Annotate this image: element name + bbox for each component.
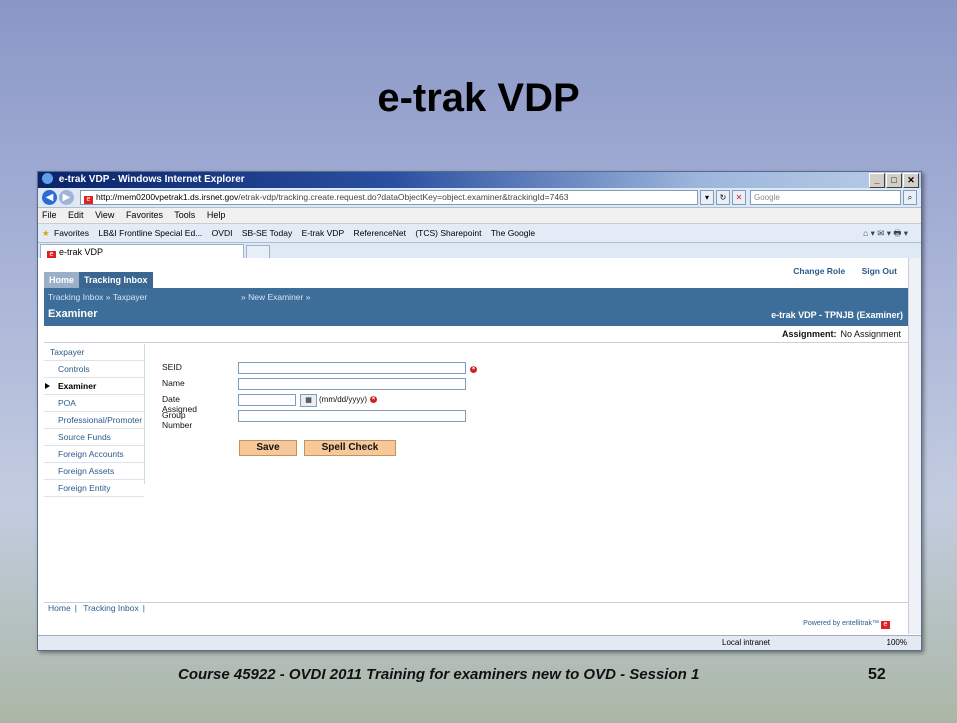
dropdown-icon[interactable]: ▾ [700, 190, 714, 205]
app-tabs: Home Tracking Inbox [44, 272, 153, 288]
sidebar-item-controls[interactable]: Controls [44, 361, 144, 378]
address-path: /etrak-vdp/tracking.create.request.do?da… [238, 192, 569, 202]
menu-view[interactable]: View [95, 210, 114, 220]
fav-sharepoint[interactable]: (TCS) Sharepoint [415, 228, 481, 238]
group-number-label: Group Number [162, 410, 193, 430]
sidebar-item-foreign-accounts[interactable]: Foreign Accounts [44, 446, 144, 463]
required-icon: × [470, 366, 477, 373]
assignment-value: No Assignment [840, 329, 901, 339]
sidebar-item-poa[interactable]: POA [44, 395, 144, 412]
tab-tracking-inbox[interactable]: Tracking Inbox [79, 272, 153, 288]
toolbar-icons[interactable]: ⌂ ▾ ✉ ▾ 🖶 ▾ [863, 224, 908, 242]
tab-home[interactable]: Home [44, 272, 80, 288]
site-favicon-icon: e [84, 196, 93, 204]
status-bar: Local intranet 100% [38, 635, 921, 650]
date-format-hint: (mm/dd/yyyy) [319, 395, 367, 404]
sidebar-item-examiner[interactable]: Examiner [44, 378, 144, 395]
breadcrumb[interactable]: Tracking Inbox » Taxpayer [48, 292, 147, 302]
menu-tools[interactable]: Tools [174, 210, 195, 220]
fav-sbse[interactable]: SB-SE Today [242, 228, 292, 238]
page-number: 52 [868, 666, 886, 683]
sidebar: Taxpayer Controls Examiner POA Professio… [44, 344, 145, 497]
app-footer: Home | Tracking Inbox | [44, 602, 909, 613]
sidebar-item-taxpayer[interactable]: Taxpayer [44, 344, 144, 361]
zoom-level[interactable]: 100% [887, 636, 907, 650]
favorites-bar: ★ Favorites LB&I Frontline Special Ed...… [38, 224, 921, 243]
powered-by-text: Powered by entellitrak™ [803, 620, 880, 627]
entellitrak-logo-icon: e [881, 621, 890, 629]
browser-tab[interactable]: e e-trak VDP [40, 244, 244, 259]
save-button[interactable]: Save [239, 440, 297, 456]
divider [44, 342, 909, 343]
fav-lbi[interactable]: LB&I Frontline Special Ed... [98, 228, 202, 238]
sign-out-link[interactable]: Sign Out [862, 266, 897, 276]
sidebar-item-foreign-assets[interactable]: Foreign Assets [44, 463, 144, 480]
seid-input[interactable] [238, 362, 466, 374]
address-input[interactable]: e http://mem0200vpetrak1.ds.irsnet.gov/et… [80, 190, 698, 205]
menu-bar: File Edit View Favorites Tools Help [38, 208, 921, 224]
name-label: Name [162, 378, 185, 388]
name-input[interactable] [238, 378, 466, 390]
calendar-icon[interactable]: ▦ [300, 394, 317, 407]
assignment-label: Assignment: [781, 329, 837, 339]
fav-favorites[interactable]: Favorites [54, 228, 89, 238]
sidebar-item-professional-promoter[interactable]: Professional/Promoter [44, 412, 144, 429]
address-host: http://mem0200vpetrak1.ds.irsnet.gov [96, 192, 239, 202]
fav-etrak[interactable]: E-trak VDP [302, 228, 345, 238]
slide-footer: Course 45922 - OVDI 2011 Training for ex… [178, 666, 700, 683]
fav-google[interactable]: The Google [491, 228, 535, 238]
vertical-scrollbar[interactable] [908, 258, 921, 634]
fav-ovdi[interactable]: OVDI [212, 228, 233, 238]
maximize-button[interactable]: □ [886, 173, 902, 188]
minimize-button[interactable]: _ [869, 173, 885, 188]
top-links: Change Role Sign Out [779, 266, 897, 276]
footer-tracking-inbox-link[interactable]: Tracking Inbox [83, 603, 138, 613]
window-titlebar: e-trak VDP - Windows Internet Explorer _… [38, 172, 921, 188]
sidebar-item-source-funds[interactable]: Source Funds [44, 429, 144, 446]
group-number-input[interactable] [238, 410, 466, 422]
menu-file[interactable]: File [42, 210, 57, 220]
required-icon: × [370, 396, 377, 403]
ie-logo-icon [42, 173, 53, 184]
header-band: Tracking Inbox » Taxpayer » New Examiner… [44, 288, 909, 326]
slide-title: e-trak VDP [377, 76, 580, 120]
menu-edit[interactable]: Edit [68, 210, 84, 220]
menu-favorites[interactable]: Favorites [126, 210, 163, 220]
sidebar-item-foreign-entity[interactable]: Foreign Entity [44, 480, 144, 497]
new-tab-button[interactable] [246, 245, 270, 259]
favorites-star-icon: ★ [42, 228, 50, 238]
assignment-row: Assignment: No Assignment [782, 329, 901, 339]
seid-label: SEID [162, 362, 182, 372]
breadcrumb-next[interactable]: » New Examiner » [241, 292, 310, 302]
back-button[interactable]: ◀ [42, 190, 57, 205]
browser-window: e-trak VDP - Windows Internet Explorer _… [37, 171, 922, 651]
address-bar-row: ◀ ▶ e http://mem0200vpetrak1.ds.irsnet.go… [38, 188, 921, 208]
powered-by: Powered by entellitrak™ e [803, 620, 893, 629]
refresh-icon[interactable]: ↻ [716, 190, 730, 205]
close-button[interactable]: ✕ [903, 173, 919, 188]
tab-label: e-trak VDP [59, 247, 104, 257]
footer-home-link[interactable]: Home [48, 603, 71, 613]
change-role-link[interactable]: Change Role [793, 266, 845, 276]
fav-referencenet[interactable]: ReferenceNet [354, 228, 406, 238]
spell-check-button[interactable]: Spell Check [304, 440, 396, 456]
stop-icon[interactable]: ✕ [732, 190, 746, 205]
date-assigned-input[interactable] [238, 394, 296, 406]
role-label: e-trak VDP - TPNJB (Examiner) [771, 310, 903, 320]
search-icon[interactable]: ⌕ [903, 190, 917, 205]
forward-button[interactable]: ▶ [59, 190, 74, 205]
search-input[interactable]: Google [750, 190, 901, 205]
web-page: Change Role Sign Out Home Tracking Inbox… [38, 258, 909, 634]
menu-help[interactable]: Help [207, 210, 226, 220]
window-title: e-trak VDP - Windows Internet Explorer [58, 174, 245, 185]
page-title: Examiner [48, 308, 98, 320]
status-zone: Local intranet [722, 638, 771, 647]
